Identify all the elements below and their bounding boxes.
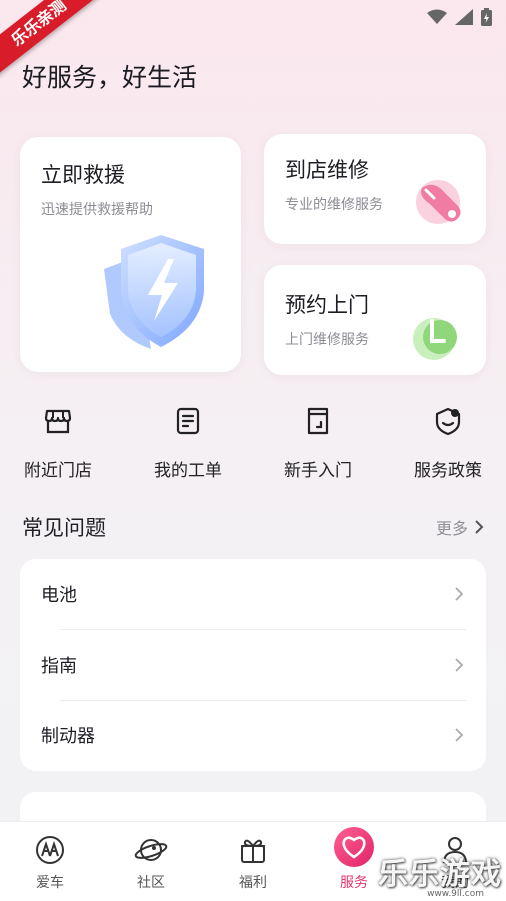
quick-my-orders[interactable]: 我的工单 (143, 406, 233, 481)
faq-item-brake[interactable]: 制动器 (20, 700, 486, 771)
faq-list: 电池 指南 制动器 (20, 559, 486, 771)
quick-label: 我的工单 (154, 461, 222, 481)
quick-label: 新手入门 (284, 461, 352, 481)
store-icon (44, 409, 72, 434)
watermark-logo: 乐乐游戏 (378, 857, 502, 892)
tab-label: 社区 (137, 875, 165, 891)
quick-nearby-stores[interactable]: 附近门店 (13, 406, 103, 481)
chevron-right-icon (455, 587, 464, 601)
shield-bolt-icon (104, 235, 204, 349)
gift-icon (235, 832, 271, 868)
planet-icon (133, 832, 169, 868)
tab-label: 福利 (239, 875, 267, 891)
home-visit-card[interactable]: 预约上门 上门维修服务 (264, 265, 486, 375)
rescue-title: 立即救援 (41, 163, 125, 187)
faq-item-label: 电池 (41, 585, 77, 607)
chevron-right-icon (455, 658, 464, 672)
tab-community[interactable]: 社区 (116, 832, 186, 892)
faq-title: 常见问题 (22, 516, 106, 540)
page-title: 好服务，好生活 (22, 63, 198, 92)
faq-item-guide[interactable]: 指南 (20, 630, 486, 701)
quick-label: 附近门店 (24, 461, 92, 481)
faq-more-label: 更多 (435, 519, 468, 538)
heart-service-icon (333, 826, 375, 868)
battery-icon (481, 8, 492, 26)
tab-welfare[interactable]: 福利 (218, 832, 288, 892)
faq-more-link[interactable]: 更多 (436, 515, 484, 539)
tab-my-car[interactable]: 爱车 (15, 832, 85, 892)
faq-item-label: 制动器 (41, 726, 95, 748)
quick-beginner-guide[interactable]: 新手入门 (273, 406, 363, 481)
chevron-right-icon (475, 520, 484, 534)
work-order-icon (176, 407, 200, 435)
car-logo-icon (32, 832, 68, 868)
shop-repair-card[interactable]: 到店维修 专业的维修服务 (264, 134, 486, 244)
rescue-subtitle: 迅速提供救援帮助 (41, 202, 153, 218)
clock-icon (413, 318, 457, 360)
faq-item-battery[interactable]: 电池 (20, 559, 486, 630)
watermark-url: www.9ll.com (427, 889, 484, 899)
policy-icon (435, 407, 461, 436)
wrench-icon (416, 180, 461, 224)
wifi-icon (427, 9, 447, 24)
quick-label: 服务政策 (414, 461, 482, 481)
status-icons (427, 8, 492, 26)
rescue-card[interactable]: 立即救援 迅速提供救援帮助 (20, 137, 241, 372)
faq-item-label: 指南 (41, 655, 77, 677)
chevron-right-icon (455, 728, 464, 743)
bottom-tab-bar: 爱车 社区 福利 服务 我的 乐乐游戏 www.9ll.com (0, 821, 506, 901)
tab-label: 爱车 (36, 875, 64, 891)
quick-service-policy[interactable]: 服务政策 (403, 406, 493, 481)
signal-icon (455, 9, 473, 25)
guide-icon (307, 407, 329, 435)
